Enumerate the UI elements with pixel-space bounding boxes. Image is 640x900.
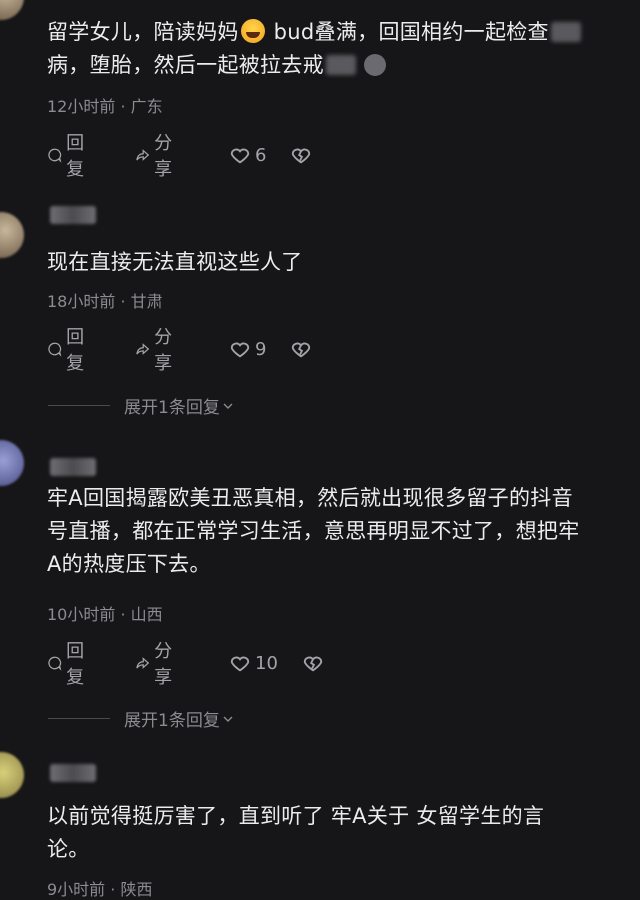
censored-block (550, 22, 581, 42)
comment-text: 留学女儿，陪读妈妈 bud叠满，回国相约一起检查 病，堕胎，然后一起被拉去戒 (47, 16, 617, 82)
like-count: 6 (255, 144, 267, 166)
username-blurred[interactable] (50, 206, 96, 224)
like-count: 10 (255, 652, 278, 674)
avatar[interactable] (0, 752, 24, 798)
grimace-emoji-icon (363, 54, 386, 76)
share-icon (136, 657, 150, 669)
share-label: 分享 (154, 641, 173, 688)
comment-text-line: 号直播，都在正常学习生活，意思再明显不过了，想把牢 (47, 519, 580, 543)
comment-meta: 12小时前 · 广东 (47, 97, 163, 116)
comment-text-line: A的热度压下去。 (47, 552, 211, 576)
chevron-down-icon (223, 716, 233, 722)
comment-text: 牢A回国揭露欧美丑恶真相，然后就出现很多留子的抖音 号直播，都在正常学习生活，意… (47, 482, 617, 581)
dislike-heart-icon (303, 656, 323, 672)
comment-text-part: bud叠满，回国相约一起检查 (266, 20, 549, 44)
username-blurred[interactable] (50, 764, 96, 782)
comment-text: 以前觉得挺厉害了，直到听了 牢A关于 女留学生的言 论。 (47, 800, 617, 866)
comment-text-part: 留学女儿，陪读妈妈 (47, 20, 239, 44)
like-button[interactable]: 6 (229, 142, 266, 168)
like-count: 9 (255, 338, 267, 360)
comment-text-line: 以前觉得挺厉害了，直到听了 牢A关于 女留学生的言 (47, 804, 545, 828)
username-blurred[interactable] (50, 458, 96, 476)
reply-button[interactable]: 回复 (47, 641, 91, 688)
reply-label: 回复 (66, 133, 85, 180)
censored-block (325, 55, 356, 75)
comment-text-part: 病，堕胎，然后一起被拉去戒 (47, 53, 324, 77)
dislike-button[interactable] (290, 336, 312, 362)
dislike-heart-icon (291, 148, 311, 164)
reply-icon (48, 656, 62, 671)
share-label: 分享 (154, 133, 173, 180)
avatar[interactable] (0, 0, 24, 20)
laughing-emoji-icon (240, 19, 265, 43)
reply-button[interactable]: 回复 (47, 327, 91, 374)
comment-meta: 18小时前 · 甘肃 (47, 292, 163, 311)
share-button[interactable]: 分享 (135, 641, 179, 688)
expand-replies-button[interactable]: 展开1条回复 (48, 706, 236, 731)
expand-replies-label: 展开1条回复 (124, 398, 220, 418)
reply-label: 回复 (66, 641, 85, 688)
reply-icon (48, 148, 62, 163)
expand-replies-button[interactable]: 展开1条回复 (48, 393, 236, 418)
reply-label: 回复 (66, 327, 85, 374)
reply-button[interactable]: 回复 (47, 133, 91, 180)
comment-meta: 9小时前 · 陕西 (47, 880, 153, 899)
like-button[interactable]: 9 (229, 336, 266, 362)
avatar[interactable] (0, 212, 24, 258)
like-heart-icon (230, 342, 250, 358)
avatar[interactable] (0, 440, 24, 486)
dislike-button[interactable] (302, 650, 324, 676)
share-label: 分享 (154, 327, 173, 374)
share-icon (136, 149, 150, 161)
expand-replies-label: 展开1条回复 (124, 711, 220, 731)
dislike-button[interactable] (290, 142, 312, 168)
share-button[interactable]: 分享 (135, 133, 179, 180)
divider (48, 405, 110, 406)
share-icon (136, 343, 150, 355)
reply-icon (48, 342, 62, 357)
comment-text: 现在直接无法直视这些人了 (47, 250, 303, 274)
comment-meta: 10小时前 · 山西 (47, 605, 163, 624)
share-button[interactable]: 分享 (135, 327, 179, 374)
chevron-down-icon (223, 403, 233, 409)
like-button[interactable]: 10 (229, 650, 278, 676)
comment-text-line: 牢A回国揭露欧美丑恶真相，然后就出现很多留子的抖音 (47, 486, 573, 510)
dislike-heart-icon (291, 342, 311, 358)
divider (48, 718, 110, 719)
comment-text-line: 论。 (47, 837, 90, 861)
like-heart-icon (230, 656, 250, 672)
like-heart-icon (230, 148, 250, 164)
